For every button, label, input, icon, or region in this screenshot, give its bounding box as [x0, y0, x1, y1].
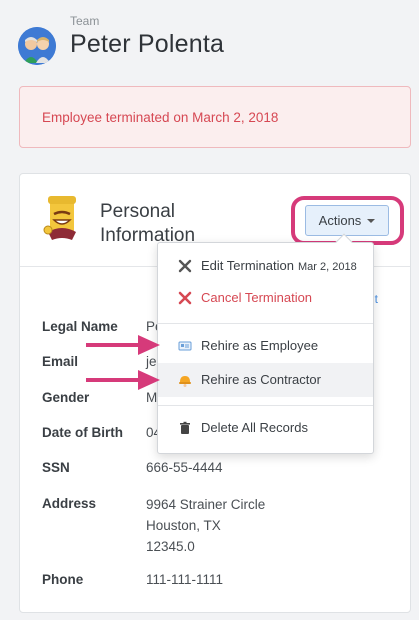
- menu-item-label: Cancel Termination: [201, 290, 313, 305]
- menu-item-delete-all-records[interactable]: Delete All Records: [158, 411, 373, 445]
- menu-item-edit-termination[interactable]: Edit Termination Mar 2, 2018: [158, 249, 373, 283]
- menu-item-label: Delete All Records: [201, 420, 308, 435]
- address-line: 12345.0: [146, 539, 195, 554]
- page-title: Peter Polenta: [70, 30, 225, 58]
- menu-item-cancel-termination[interactable]: Cancel Termination: [158, 281, 373, 315]
- id-card-icon: [178, 339, 192, 353]
- section-title: Personal Information: [100, 201, 196, 246]
- wrench-icon: [178, 259, 192, 273]
- mascot-icon: [42, 196, 86, 244]
- field-label: Gender: [42, 390, 90, 405]
- team-label: Team: [70, 14, 100, 28]
- menu-divider: [158, 405, 373, 406]
- field-label: SSN: [42, 460, 70, 475]
- menu-divider: [158, 323, 373, 324]
- field-value: M: [146, 390, 158, 405]
- caret-down-icon: [367, 218, 376, 223]
- actions-dropdown-menu: Edit Termination Mar 2, 2018 Cancel Termi…: [157, 233, 374, 454]
- field-label: Address: [42, 496, 97, 511]
- menu-item-rehire-contractor[interactable]: Rehire as Contractor: [158, 363, 373, 397]
- termination-alert: Employee terminated on March 2, 2018: [19, 86, 411, 148]
- alert-message: Employee terminated on March 2, 2018: [42, 110, 279, 125]
- hard-hat-icon: [178, 373, 192, 387]
- x-icon: [178, 291, 192, 305]
- actions-button[interactable]: Actions: [305, 205, 389, 236]
- field-value: 111-111-1111: [146, 572, 224, 587]
- arrow-right-icon: [86, 335, 160, 355]
- arrow-right-icon: [86, 370, 160, 390]
- trash-icon: [178, 421, 192, 435]
- actions-label: Actions: [318, 213, 362, 228]
- termination-date: Mar 2, 2018: [297, 261, 357, 273]
- menu-item-label: Rehire as Contractor: [201, 372, 321, 387]
- menu-item-rehire-employee[interactable]: Rehire as Employee: [158, 329, 373, 363]
- address-line: Houston, TX: [146, 518, 221, 533]
- field-value: 666-55-4444: [146, 460, 223, 475]
- field-label: Date of Birth: [42, 425, 123, 440]
- address-line: 9964 Strainer Circle: [146, 497, 266, 512]
- menu-item-label: Edit Termination: [201, 258, 294, 273]
- field-label: Phone: [42, 572, 84, 587]
- page-header: Team Peter Polenta: [0, 0, 419, 80]
- field-value: 9964 Strainer Circle Houston, TX 12345.0: [146, 494, 265, 557]
- field-label: Legal Name: [42, 319, 118, 334]
- menu-item-label: Rehire as Employee: [201, 338, 319, 353]
- team-avatar: [18, 27, 56, 65]
